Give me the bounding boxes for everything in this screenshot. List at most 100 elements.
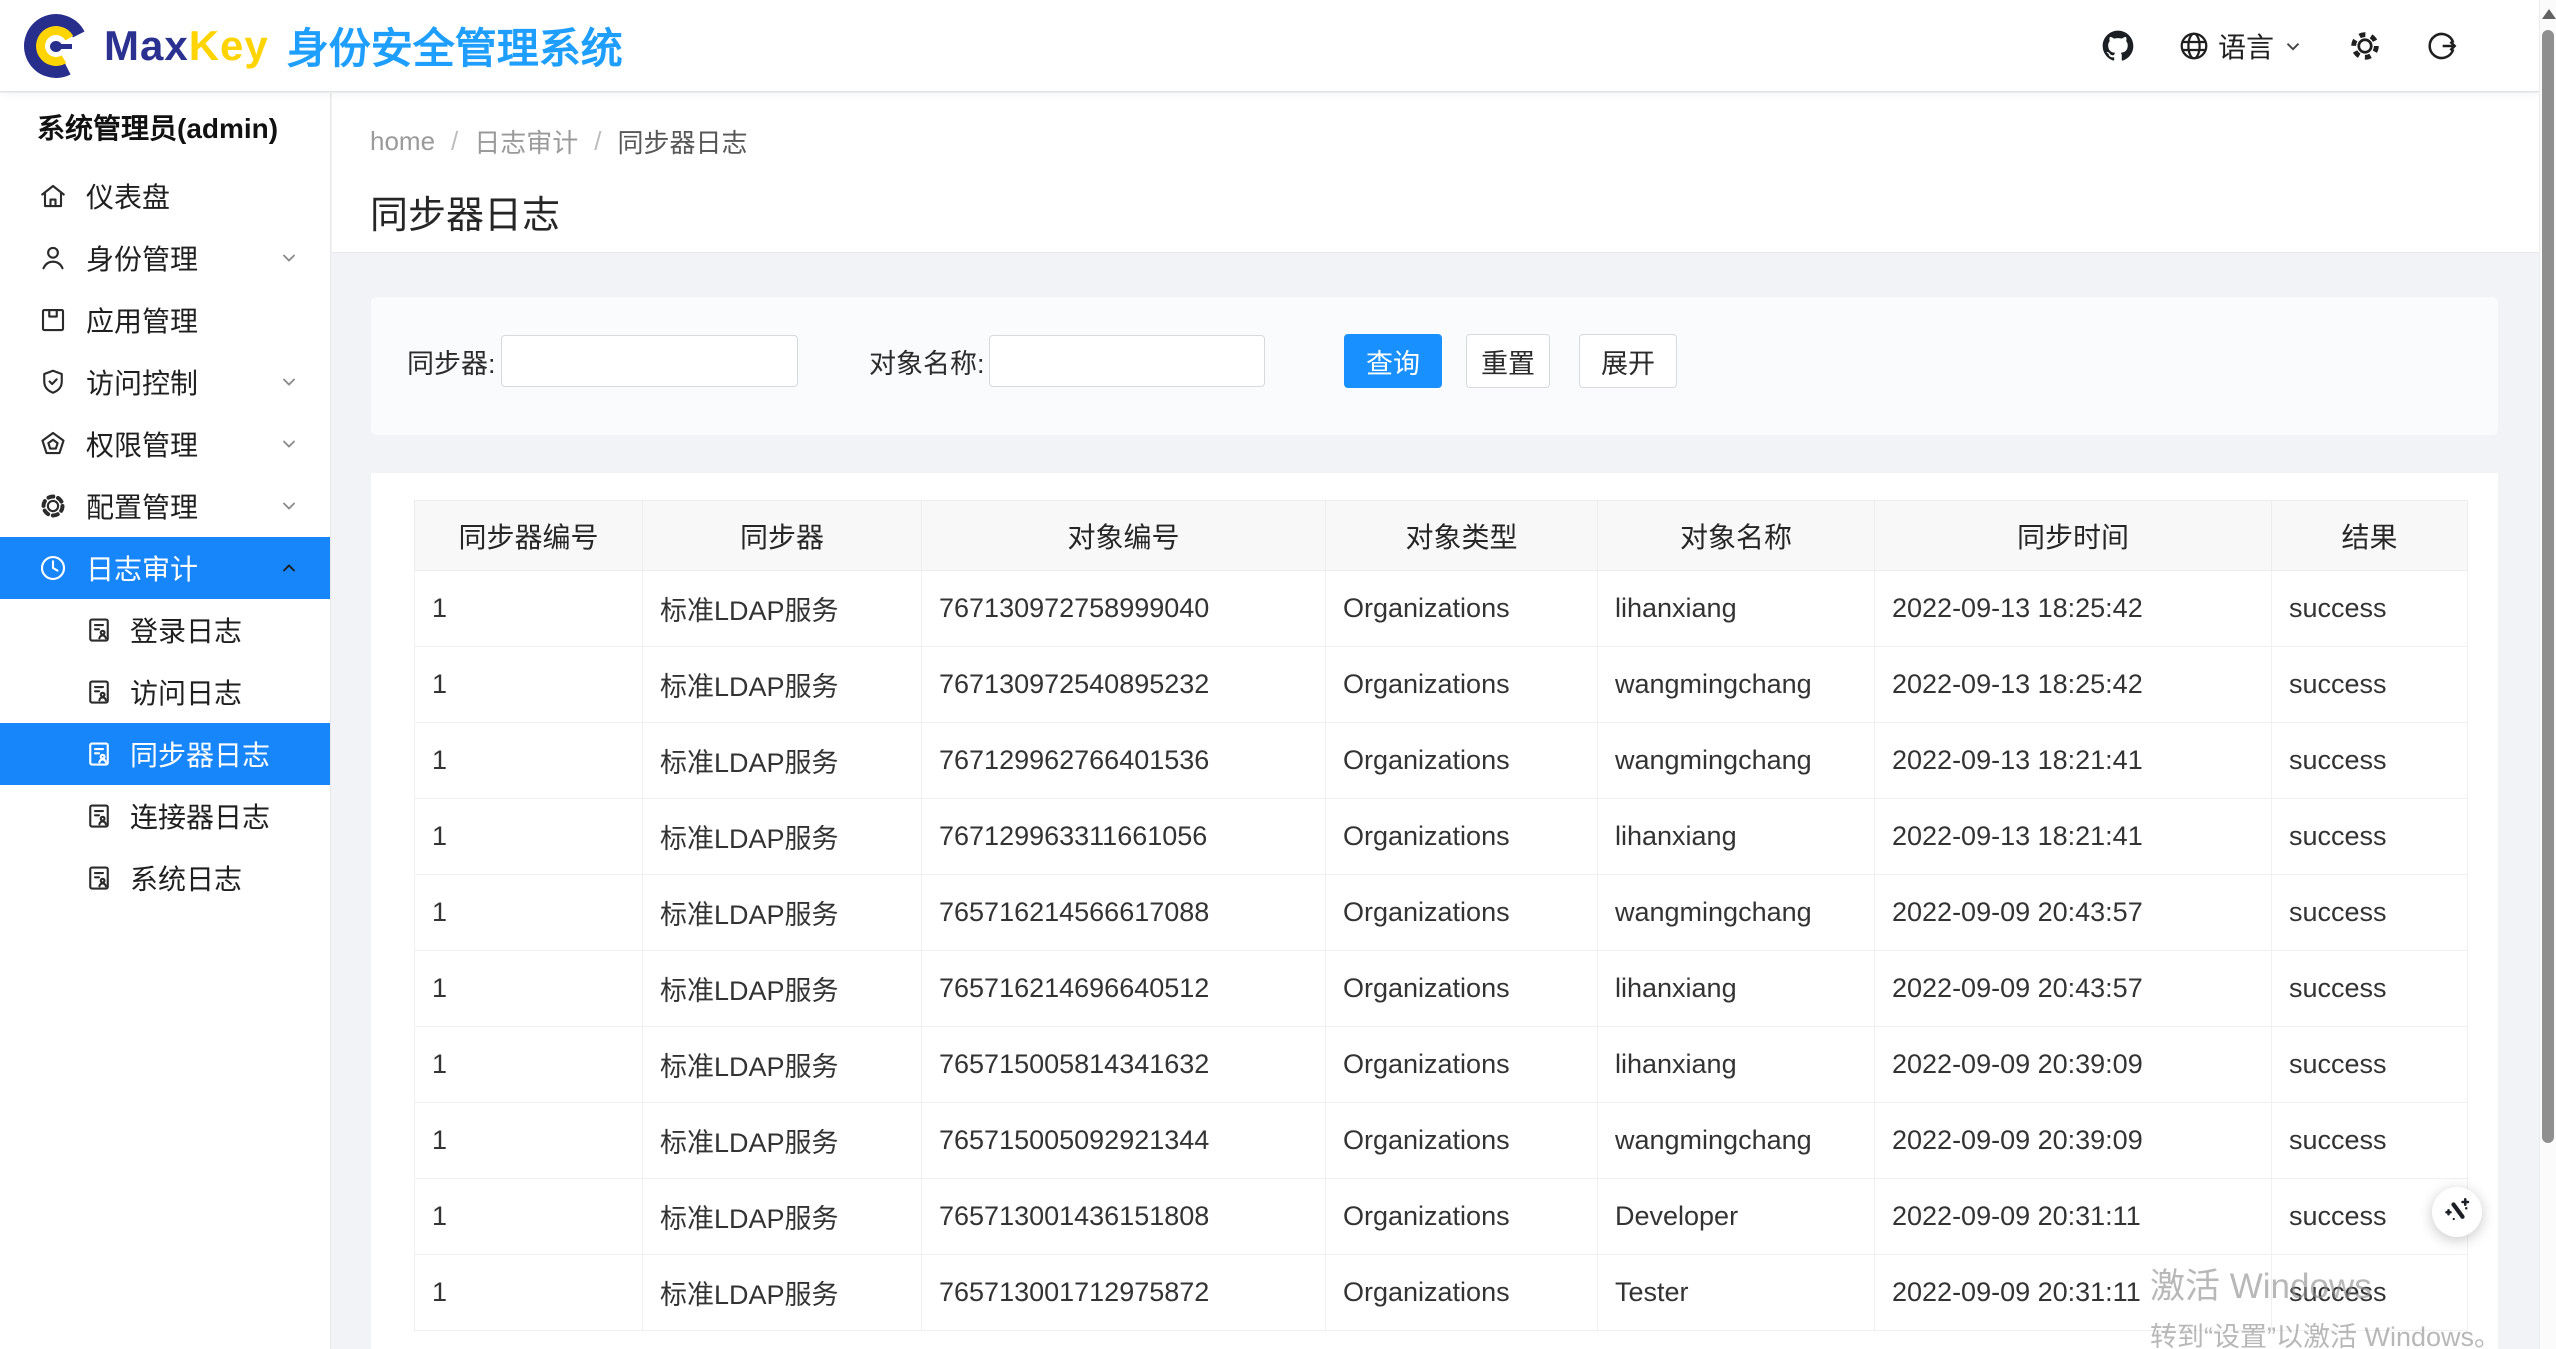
table-cell: 1: [415, 875, 643, 951]
table-cell: 767130972758999040: [922, 571, 1326, 647]
expand-button[interactable]: 展开: [1579, 334, 1677, 388]
chevron-up-icon: [278, 557, 300, 579]
sidebar-item-权限管理[interactable]: 权限管理: [0, 413, 330, 475]
sidebar-item-登录日志[interactable]: 登录日志: [0, 599, 330, 661]
table-cell: 1: [415, 1103, 643, 1179]
page-title: 同步器日志: [370, 184, 2539, 239]
table-cell: 765715005092921344: [922, 1103, 1326, 1179]
settings-button[interactable]: [2348, 29, 2382, 63]
table-cell: 标准LDAP服务: [643, 1179, 922, 1255]
column-header-对象编号: 对象编号: [922, 501, 1326, 571]
sidebar-item-label: 登录日志: [130, 610, 242, 650]
table-cell: 1: [415, 799, 643, 875]
breadcrumb-current: 同步器日志: [618, 123, 748, 160]
table-cell: 767129962766401536: [922, 723, 1326, 799]
gear-icon: [38, 491, 68, 521]
language-label: 语言: [2218, 26, 2274, 66]
theme-wand-button[interactable]: [2432, 1187, 2482, 1237]
sidebar-item-label: 同步器日志: [130, 734, 270, 774]
breadcrumb: home / 日志审计 / 同步器日志: [370, 123, 2539, 160]
app-window-icon: [38, 305, 68, 335]
sidebar-item-label: 连接器日志: [130, 796, 270, 836]
table-cell: 2022-09-13 18:21:41: [1875, 723, 2272, 799]
log-table-panel: 同步器编号同步器对象编号对象类型对象名称同步时间结果 1标准LDAP服务7671…: [371, 473, 2498, 1349]
sidebar-item-身份管理[interactable]: 身份管理: [0, 227, 330, 289]
column-header-同步器: 同步器: [643, 501, 922, 571]
table-cell: Organizations: [1326, 647, 1598, 723]
github-button[interactable]: [2102, 30, 2134, 62]
table-cell: 标准LDAP服务: [643, 1027, 922, 1103]
table-cell: success: [2272, 951, 2468, 1027]
sidebar-item-label: 配置管理: [86, 486, 198, 526]
log-icon: [84, 863, 114, 893]
breadcrumb-link-home[interactable]: home: [370, 126, 435, 157]
sidebar-item-仪表盘[interactable]: 仪表盘: [0, 165, 330, 227]
column-header-对象名称: 对象名称: [1598, 501, 1875, 571]
log-icon: [84, 615, 114, 645]
table-cell: Organizations: [1326, 1179, 1598, 1255]
log-icon: [84, 739, 114, 769]
search-button[interactable]: 查询: [1344, 334, 1442, 388]
table-cell: 2022-09-09 20:43:57: [1875, 951, 2272, 1027]
current-user-label: 系统管理员(admin): [0, 93, 330, 165]
table-cell: 标准LDAP服务: [643, 799, 922, 875]
reset-button[interactable]: 重置: [1466, 334, 1550, 388]
logout-button[interactable]: [2426, 30, 2458, 62]
app-root: MaxKey 身份安全管理系统 语言: [0, 0, 2556, 1349]
table-cell: 765713001712975872: [922, 1255, 1326, 1331]
scrollbar-thumb[interactable]: [2542, 30, 2554, 1143]
breadcrumb-link-日志审计[interactable]: 日志审计: [474, 123, 578, 160]
synchronizer-log-table: 同步器编号同步器对象编号对象类型对象名称同步时间结果 1标准LDAP服务7671…: [414, 500, 2468, 1331]
github-icon: [2102, 30, 2134, 62]
globe-icon: [2178, 30, 2210, 62]
breadcrumb-separator: /: [451, 126, 458, 157]
table-row: 1标准LDAP服务765713001712975872Organizations…: [415, 1255, 2468, 1331]
table-row: 1标准LDAP服务765715005092921344Organizations…: [415, 1103, 2468, 1179]
table-cell: success: [2272, 571, 2468, 647]
table-cell: 标准LDAP服务: [643, 723, 922, 799]
language-button[interactable]: 语言: [2178, 26, 2304, 66]
table-cell: Organizations: [1326, 1103, 1598, 1179]
sidebar-item-访问控制[interactable]: 访问控制: [0, 351, 330, 413]
table-cell: 2022-09-13 18:21:41: [1875, 799, 2272, 875]
table-cell: lihanxiang: [1598, 571, 1875, 647]
column-header-对象类型: 对象类型: [1326, 501, 1598, 571]
sidebar-item-label: 系统日志: [130, 858, 242, 898]
synchronizer-input[interactable]: [501, 335, 798, 387]
magic-wand-icon: [2442, 1195, 2472, 1230]
object-name-input[interactable]: [989, 335, 1265, 387]
object-name-label: 对象名称:: [869, 342, 985, 381]
table-cell: Organizations: [1326, 951, 1598, 1027]
column-header-结果: 结果: [2272, 501, 2468, 571]
sidebar-item-label: 日志审计: [86, 548, 198, 588]
user-icon: [38, 243, 68, 273]
breadcrumb-separator: /: [594, 126, 601, 157]
sidebar-item-配置管理[interactable]: 配置管理: [0, 475, 330, 537]
table-cell: 1: [415, 951, 643, 1027]
table-row: 1标准LDAP服务767130972758999040Organizations…: [415, 571, 2468, 647]
sidebar-item-应用管理[interactable]: 应用管理: [0, 289, 330, 351]
chevron-down-icon: [278, 495, 300, 517]
filter-panel: 同步器: 对象名称: 查询 重置 展开: [371, 297, 2498, 435]
synchronizer-label: 同步器:: [407, 342, 496, 381]
sidebar-item-访问日志[interactable]: 访问日志: [0, 661, 330, 723]
sidebar-item-连接器日志[interactable]: 连接器日志: [0, 785, 330, 847]
table-cell: 767129963311661056: [922, 799, 1326, 875]
app-header: MaxKey 身份安全管理系统 语言: [0, 0, 2539, 92]
table-cell: lihanxiang: [1598, 799, 1875, 875]
logout-icon: [2426, 30, 2458, 62]
sidebar-item-日志审计[interactable]: 日志审计: [0, 537, 330, 599]
sidebar-item-同步器日志[interactable]: 同步器日志: [0, 723, 330, 785]
table-cell: 标准LDAP服务: [643, 875, 922, 951]
table-cell: Organizations: [1326, 1255, 1598, 1331]
sidebar-item-系统日志[interactable]: 系统日志: [0, 847, 330, 909]
vertical-scrollbar[interactable]: [2539, 0, 2556, 1349]
table-row: 1标准LDAP服务765716214696640512Organizations…: [415, 951, 2468, 1027]
scrollbar-up-arrow-icon[interactable]: [2542, 9, 2556, 19]
table-cell: wangmingchang: [1598, 1103, 1875, 1179]
table-cell: 1: [415, 723, 643, 799]
table-cell: success: [2272, 1027, 2468, 1103]
table-cell: 标准LDAP服务: [643, 951, 922, 1027]
sidebar-item-label: 身份管理: [86, 238, 198, 278]
table-cell: Organizations: [1326, 723, 1598, 799]
